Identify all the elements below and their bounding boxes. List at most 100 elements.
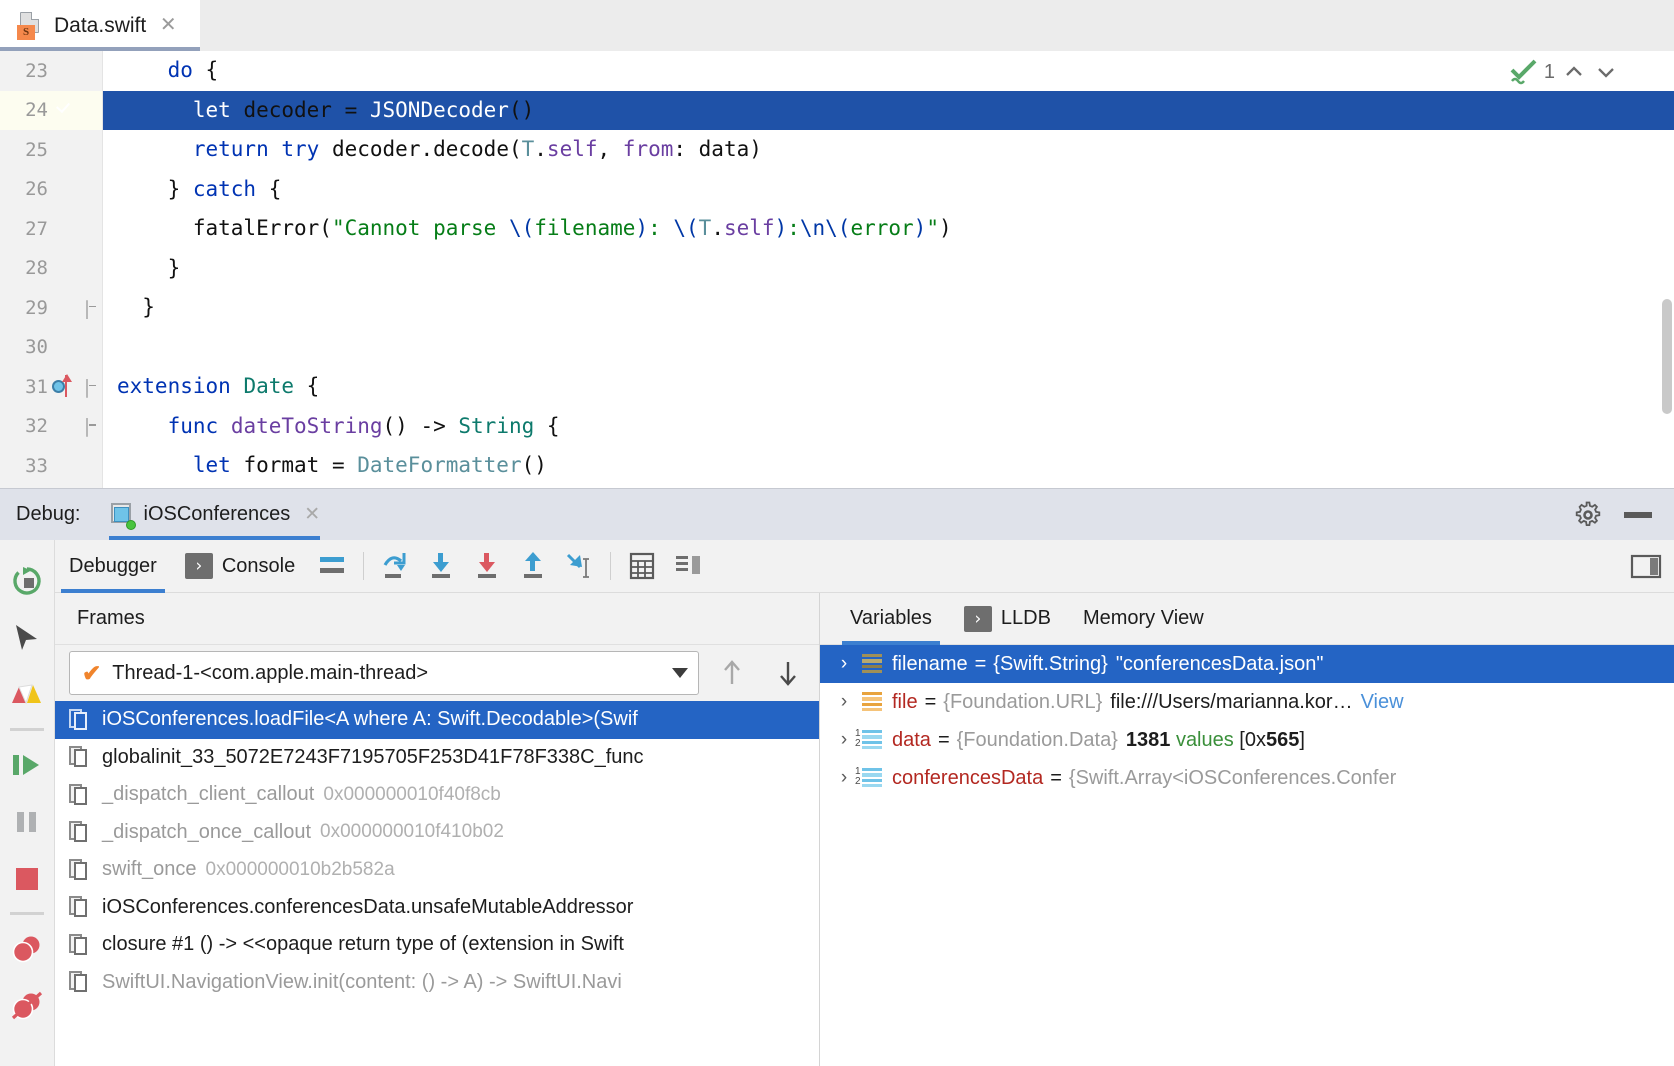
chevron-right-icon[interactable]: ›: [832, 729, 856, 751]
restore-layout-button[interactable]: [1630, 540, 1662, 593]
gutter-line[interactable]: 27: [0, 209, 102, 249]
tab-variables[interactable]: Variables: [834, 593, 948, 645]
debug-tool-window-header: Debug: iOSConferences ✕: [0, 488, 1674, 540]
next-problem-icon[interactable]: [1593, 59, 1619, 85]
variable-row[interactable]: › filename = {Swift.String} "conferences…: [820, 645, 1674, 683]
step-into-icon[interactable]: [418, 540, 464, 593]
frame-address: 0x000000010b2b582a: [205, 858, 395, 880]
close-icon[interactable]: ✕: [158, 15, 178, 36]
close-icon[interactable]: ✕: [304, 503, 320, 526]
code-line[interactable]: [103, 328, 1674, 368]
layout-lines-icon[interactable]: [309, 540, 355, 593]
variable-row[interactable]: › file = {Foundation.URL} file:///Users/…: [820, 683, 1674, 721]
fold-start-icon[interactable]: [86, 378, 100, 398]
frame-row[interactable]: globalinit_33_5072E7243F7195705F253D41F7…: [55, 739, 819, 777]
inspection-count: 1: [1543, 60, 1555, 83]
rerun-button[interactable]: [0, 552, 55, 609]
thread-dropdown[interactable]: ✔ Thread-1-<com.apple.main-thread>: [69, 651, 699, 695]
gutter-line[interactable]: 23: [0, 51, 102, 91]
editor-gutter[interactable]: 23 24 25 26 27 28 29 30 31 32 33: [0, 51, 103, 488]
code-line[interactable]: func dateToString() -> String {: [103, 407, 1674, 447]
chevron-right-icon[interactable]: ›: [832, 691, 856, 713]
gutter-line[interactable]: 28: [0, 249, 102, 289]
stack-frame-icon: [69, 708, 93, 732]
frame-row[interactable]: SwiftUI.NavigationView.init(content: () …: [55, 964, 819, 1002]
layout-settings-icon[interactable]: [665, 540, 711, 593]
code-line[interactable]: return try decoder.decode(T.self, from: …: [103, 130, 1674, 170]
show-execution-point-button[interactable]: [0, 609, 55, 666]
frame-up-button[interactable]: [709, 651, 755, 695]
chevron-right-icon[interactable]: ›: [832, 767, 856, 789]
gutter-line[interactable]: 30: [0, 328, 102, 368]
calculator-icon[interactable]: [619, 540, 665, 593]
gutter-line[interactable]: 29: [0, 288, 102, 328]
chevron-down-icon[interactable]: [672, 668, 688, 678]
gutter-line[interactable]: 24: [0, 90, 102, 130]
tab-memory-view[interactable]: Memory View: [1067, 593, 1220, 645]
frame-row[interactable]: iOSConferences.loadFile<A where A: Swift…: [55, 701, 819, 739]
code-editor[interactable]: 23 24 25 26 27 28 29 30 31 32 33 do {le…: [0, 51, 1674, 488]
frame-row[interactable]: swift_once 0x000000010b2b582a: [55, 851, 819, 889]
run-to-cursor-icon[interactable]: [556, 540, 602, 593]
tab-console[interactable]: › Console: [171, 540, 309, 593]
layers-icon[interactable]: [0, 666, 55, 723]
code-line[interactable]: do {: [103, 51, 1674, 91]
frame-row[interactable]: _dispatch_client_callout 0x000000010f40f…: [55, 776, 819, 814]
stack-frame-icon: [69, 933, 93, 957]
editor-scrollbar[interactable]: [1662, 299, 1672, 414]
extension-marker-icon[interactable]: [52, 373, 76, 399]
gutter-line[interactable]: 25: [0, 130, 102, 170]
tab-debugger[interactable]: Debugger: [55, 540, 171, 593]
debug-session-tab[interactable]: iOSConferences ✕: [103, 489, 327, 540]
toolbar-divider: [363, 552, 365, 580]
chevron-right-icon[interactable]: ›: [832, 653, 856, 675]
frames-list[interactable]: iOSConferences.loadFile<A where A: Swift…: [55, 701, 819, 1066]
step-out-icon[interactable]: [510, 540, 556, 593]
gutter-line[interactable]: 32: [0, 407, 102, 447]
code-line[interactable]: }: [103, 288, 1674, 328]
gear-icon[interactable]: [1574, 501, 1602, 529]
gutter-line[interactable]: 26: [0, 170, 102, 210]
view-link[interactable]: View: [1361, 691, 1404, 714]
fold-end-icon[interactable]: [86, 299, 100, 319]
code-line[interactable]: extension Date {: [103, 367, 1674, 407]
view-breakpoints-button[interactable]: [0, 920, 55, 977]
code-line[interactable]: }: [103, 249, 1674, 289]
code-line[interactable]: fatalError("Cannot parse \(filename): \(…: [103, 209, 1674, 249]
code-text-area[interactable]: do { let decoder = JSONDecoder() return …: [103, 51, 1674, 488]
previous-problem-icon[interactable]: [1561, 59, 1587, 85]
stack-frame-icon: [69, 858, 93, 882]
gutter-line[interactable]: 31: [0, 367, 102, 407]
frame-row[interactable]: iOSConferences.conferencesData.unsafeMut…: [55, 889, 819, 927]
frame-down-button[interactable]: [765, 651, 811, 695]
editor-tab-data-swift[interactable]: S Data.swift ✕: [0, 0, 200, 51]
variable-name: conferencesData: [892, 766, 1044, 789]
pause-program-button[interactable]: [0, 793, 55, 850]
code-line-highlighted[interactable]: let decoder = JSONDecoder(): [103, 90, 1674, 130]
line-number: 32: [25, 415, 48, 438]
minimize-icon[interactable]: [1624, 511, 1652, 518]
force-step-into-icon[interactable]: [464, 540, 510, 593]
stop-button[interactable]: [0, 850, 55, 907]
variable-row[interactable]: › 12 conferencesData = {Swift.Array<iOSC…: [820, 759, 1674, 797]
variables-list[interactable]: › filename = {Swift.String} "conferences…: [820, 645, 1674, 1066]
code-line[interactable]: } catch {: [103, 170, 1674, 210]
frame-row[interactable]: closure #1 () -> <<opaque return type of…: [55, 926, 819, 964]
frame-row[interactable]: _dispatch_once_callout 0x000000010f410b0…: [55, 814, 819, 852]
array-variable-icon: 12: [855, 767, 882, 789]
variable-row[interactable]: › 12 data = {Foundation.Data} 1381 value…: [820, 721, 1674, 759]
tab-lldb[interactable]: › LLDB: [948, 593, 1067, 645]
mute-breakpoints-button[interactable]: [0, 977, 55, 1034]
gutter-line[interactable]: 33: [0, 446, 102, 486]
variable-type: {Foundation.URL}: [943, 690, 1103, 713]
step-over-icon[interactable]: [372, 540, 418, 593]
stack-frame-icon: [69, 745, 93, 769]
resume-program-button[interactable]: [0, 736, 55, 793]
breakpoint-icon[interactable]: [52, 98, 76, 122]
fold-start-icon[interactable]: [86, 418, 100, 438]
frame-label: _dispatch_client_callout: [102, 783, 315, 806]
inspection-widget[interactable]: 1: [1508, 59, 1619, 85]
line-number: 26: [25, 178, 48, 201]
array-variable-icon: 12: [855, 729, 882, 751]
code-line[interactable]: let format = DateFormatter(): [103, 446, 1674, 486]
